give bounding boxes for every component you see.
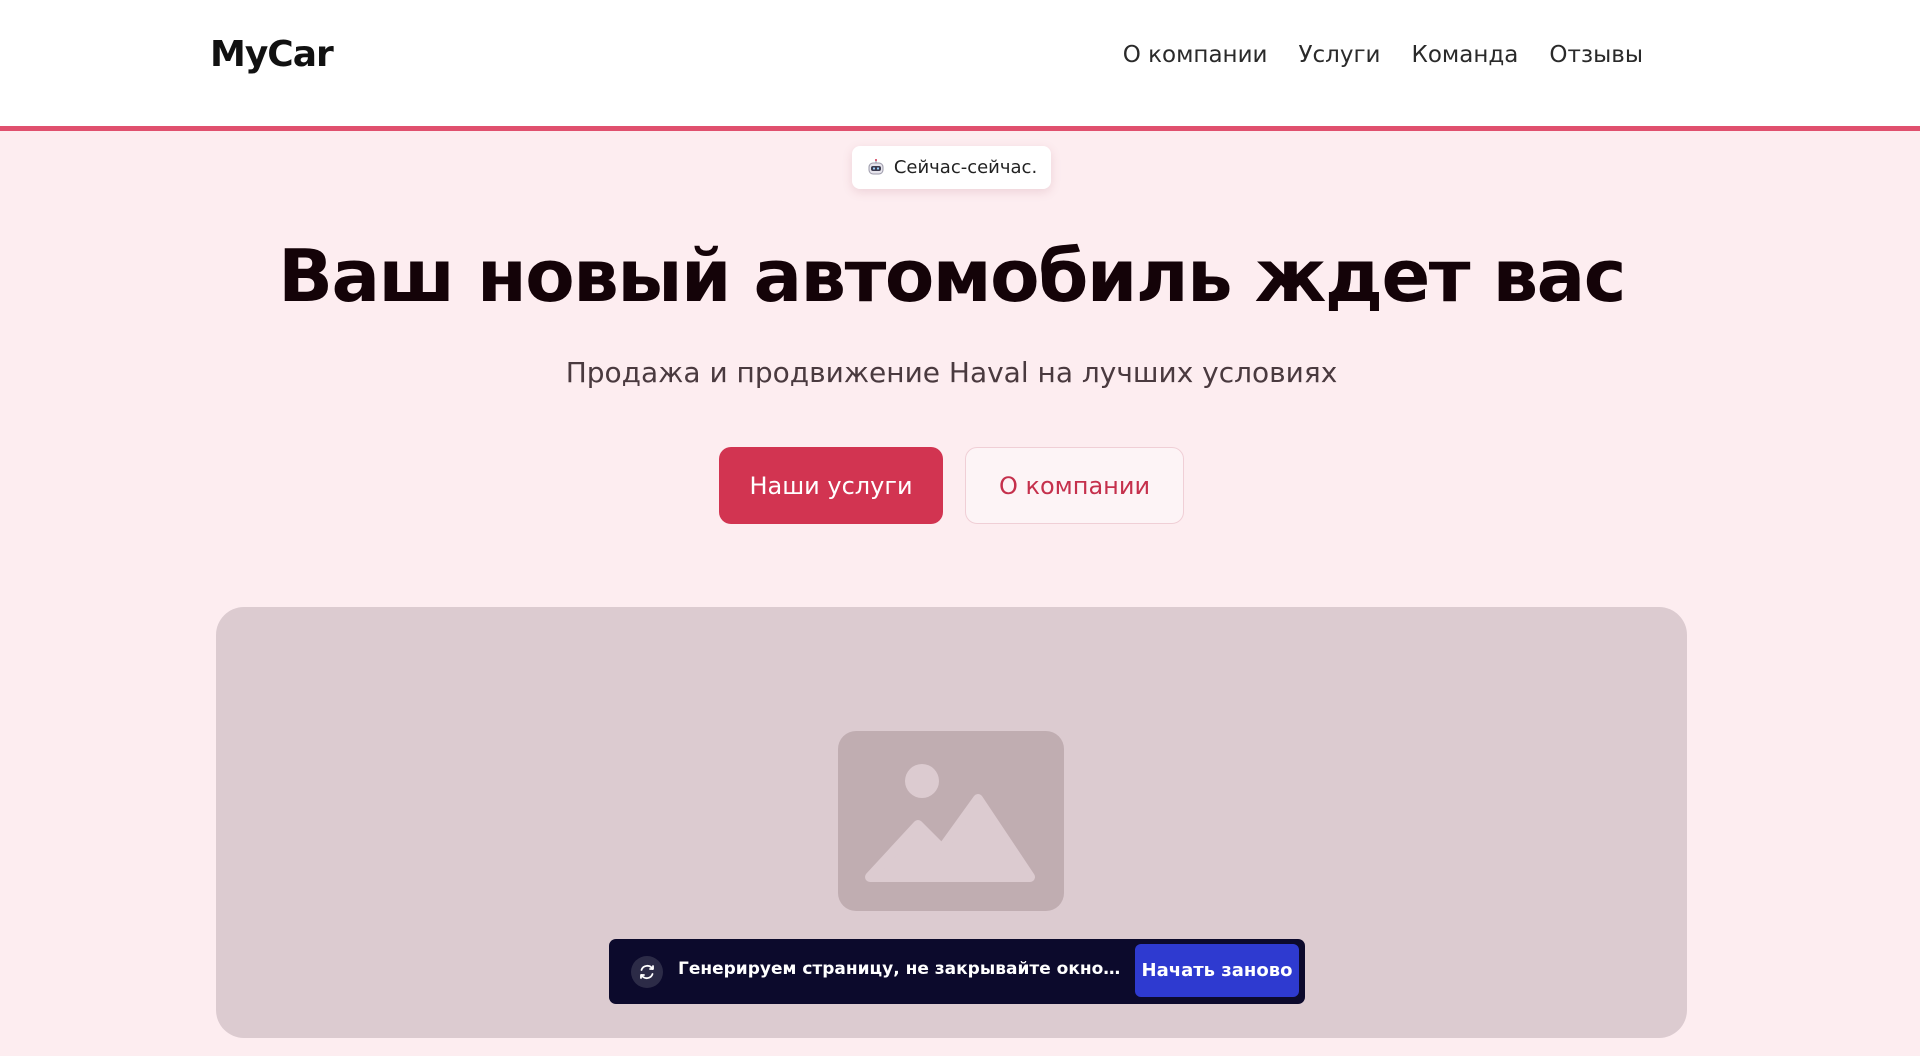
- main-nav: О компании Услуги Команда Отзывы: [1123, 42, 1643, 68]
- image-placeholder-icon: [838, 731, 1064, 911]
- nav-item-team[interactable]: Команда: [1412, 42, 1519, 68]
- hero-subtitle: Продажа и продвижение Haval на лучших ус…: [565, 356, 1338, 389]
- site-header: MyCar О компании Услуги Команда Отзывы: [0, 0, 1920, 131]
- refresh-icon: [631, 956, 663, 988]
- badge-text: Сейчас-сейчас.: [893, 157, 1038, 178]
- toast-message: Генерируем страницу, не закрывайте окно…: [678, 959, 1121, 979]
- status-badge: Сейчас-сейчас.: [852, 146, 1051, 189]
- about-button[interactable]: О компании: [965, 447, 1184, 524]
- hero-title: Ваш новый автомобиль ждет вас: [278, 234, 1626, 318]
- logo[interactable]: MyCar: [210, 34, 334, 75]
- nav-item-reviews[interactable]: Отзывы: [1549, 42, 1643, 68]
- services-button[interactable]: Наши услуги: [719, 447, 943, 524]
- nav-item-services[interactable]: Услуги: [1298, 42, 1380, 68]
- restart-button[interactable]: Начать заново: [1135, 944, 1299, 997]
- robot-icon: [868, 158, 884, 174]
- generation-toast: Генерируем страницу, не закрывайте окно……: [609, 939, 1305, 1004]
- nav-item-about[interactable]: О компании: [1123, 42, 1268, 68]
